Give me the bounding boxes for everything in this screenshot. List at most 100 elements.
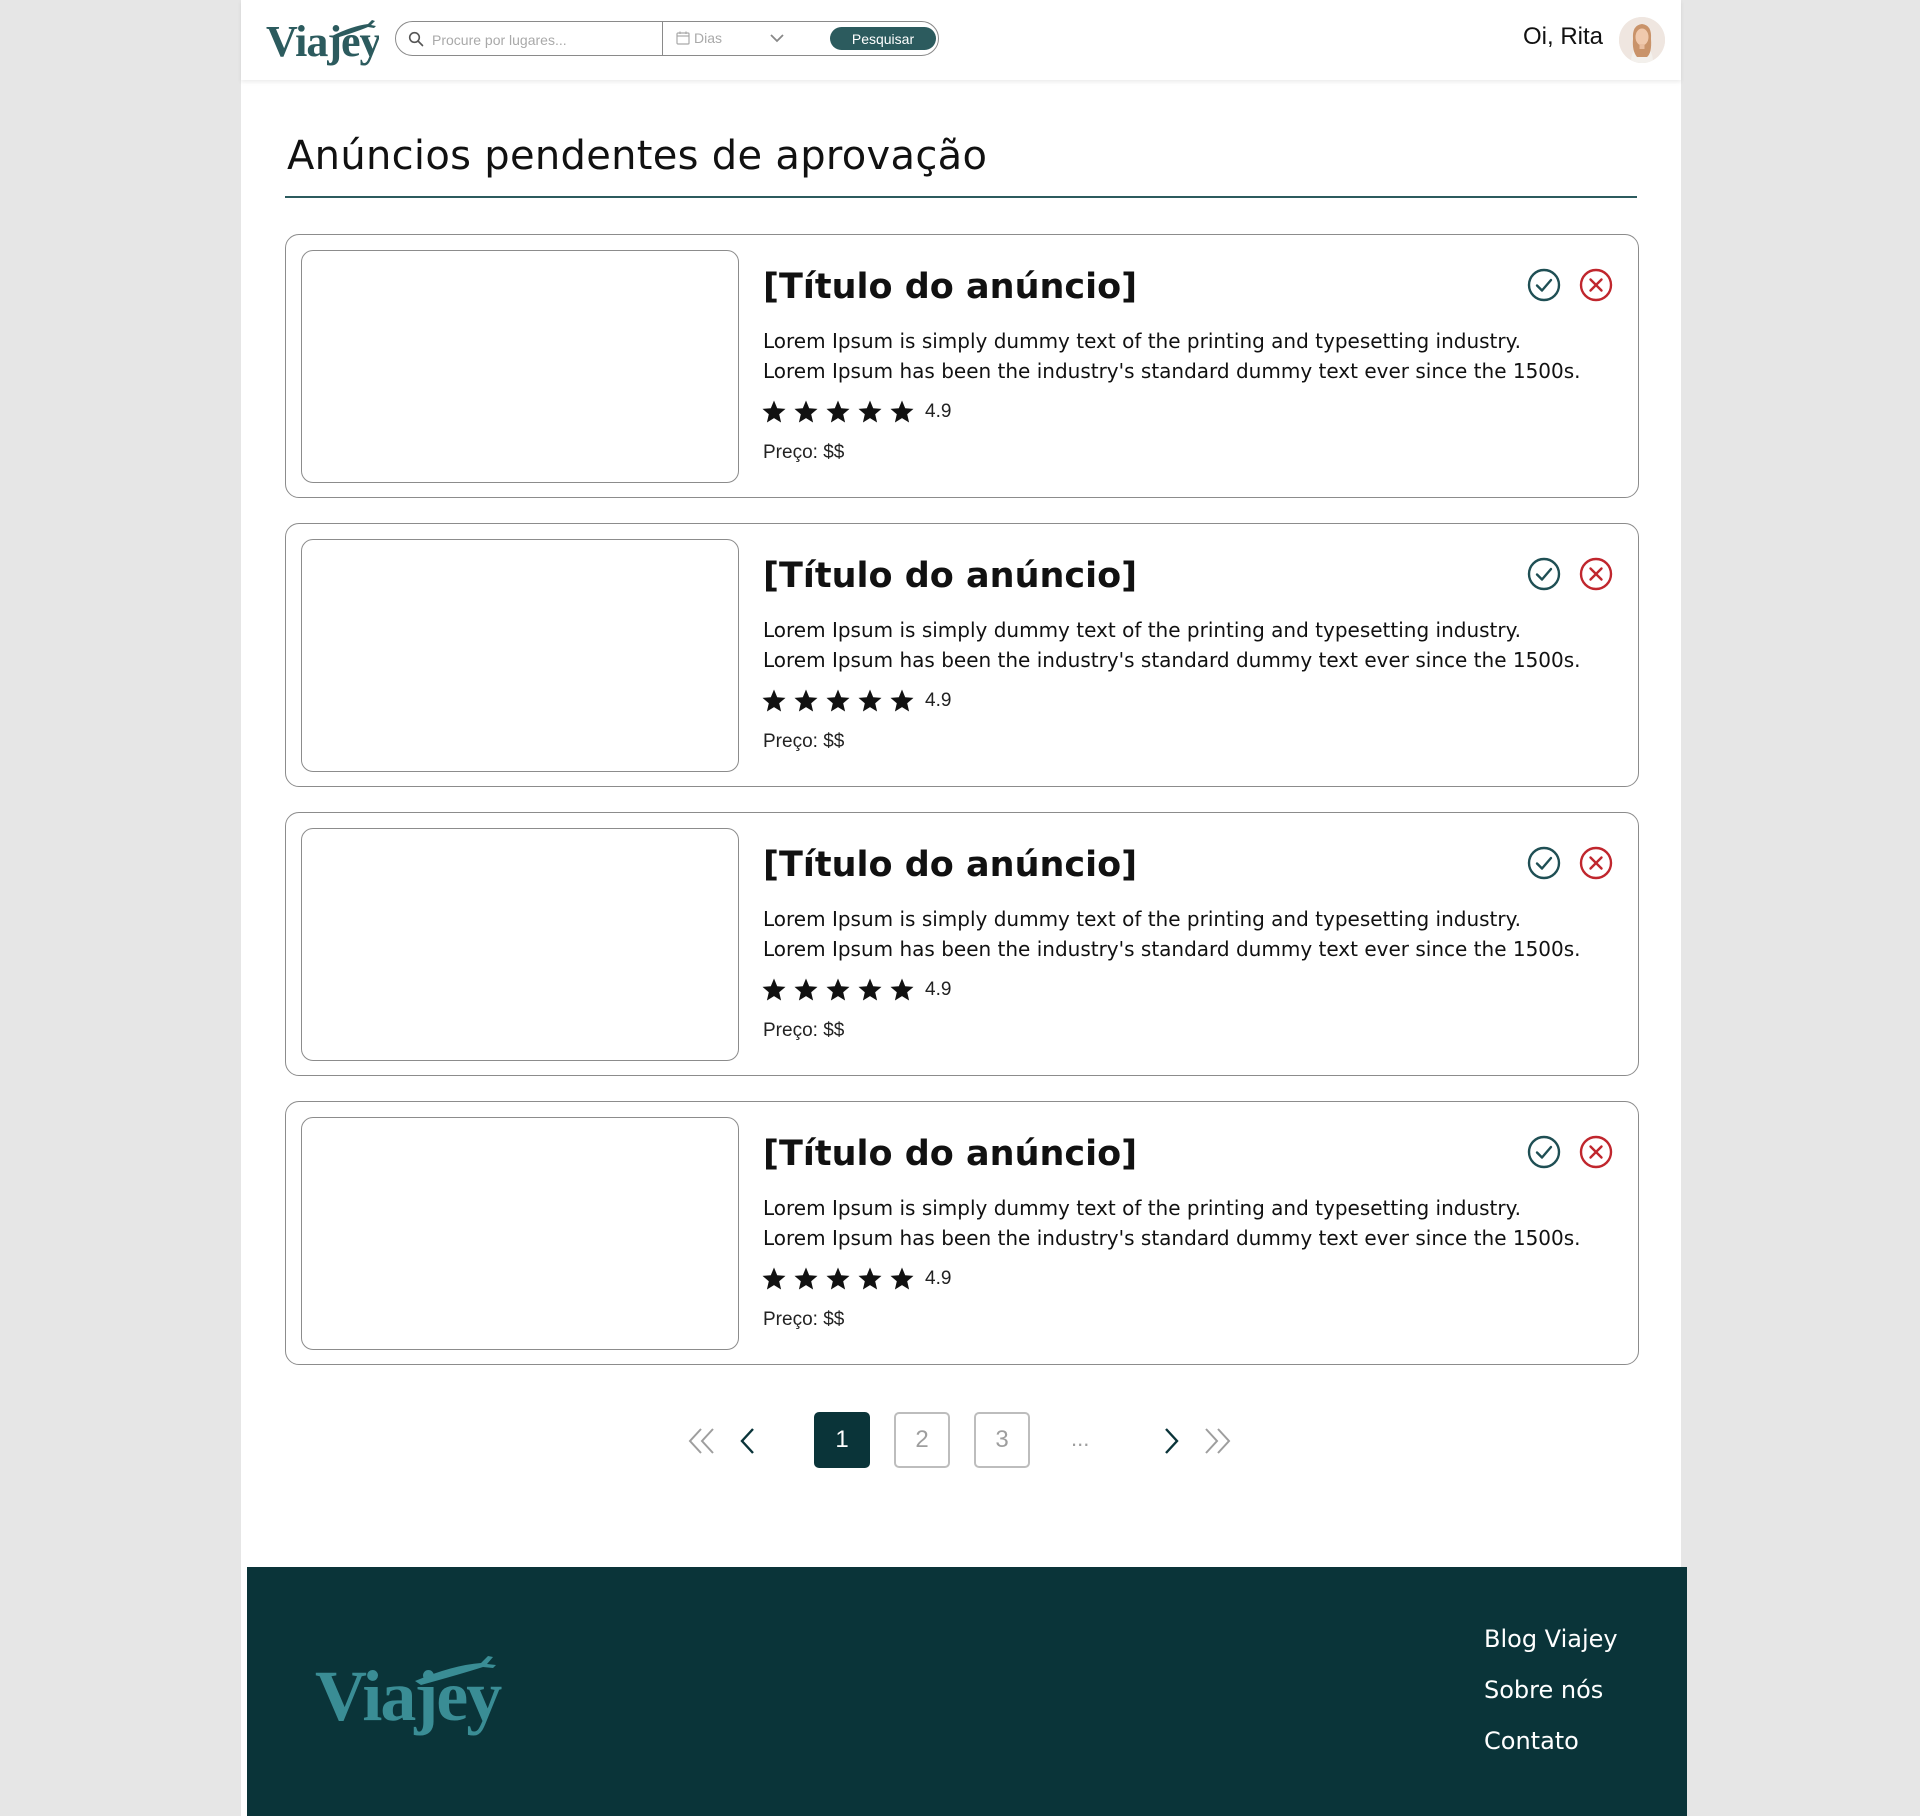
star-icon [794, 978, 818, 1001]
listing-description-line: Lorem Ipsum is simply dummy text of the … [763, 329, 1521, 353]
days-select-value[interactable]: Dias [694, 30, 722, 46]
listing-card: [Título do anúncio] Lorem Ipsum is simply… [285, 234, 1639, 498]
reject-button[interactable] [1578, 267, 1614, 303]
page-2-button[interactable]: 2 [894, 1412, 950, 1468]
listing-image-placeholder[interactable] [301, 539, 739, 772]
listing-description-line: Lorem Ipsum has been the industry's stan… [763, 648, 1581, 672]
listing-card: [Título do anúncio] Lorem Ipsum is simply… [285, 1101, 1639, 1365]
listing-card: [Título do anúncio] Lorem Ipsum is simply… [285, 812, 1639, 1076]
listing-description-line: Lorem Ipsum is simply dummy text of the … [763, 907, 1521, 931]
x-circle-icon [1579, 846, 1613, 880]
listing-description-line: Lorem Ipsum has been the industry's stan… [763, 937, 1581, 961]
page: Viajey Dias Pesquisar Oi, Rita [241, 0, 1681, 1816]
pagination-ellipsis: ... [1071, 1426, 1090, 1451]
star-icon [826, 400, 850, 423]
brand-logo-text: Viajey [266, 17, 379, 66]
chevron-right-icon [1165, 1428, 1179, 1454]
double-chevron-right-icon [1205, 1428, 1231, 1454]
listing-rating: 4.9 [761, 976, 951, 1004]
avatar[interactable] [1619, 17, 1665, 63]
listing-rating: 4.9 [761, 1265, 951, 1293]
avatar-image [1619, 17, 1665, 63]
star-icon [762, 689, 786, 712]
header: Viajey Dias Pesquisar Oi, Rita [241, 0, 1681, 80]
listing-rating: 4.9 [761, 687, 951, 715]
listing-description-line: Lorem Ipsum has been the industry's stan… [763, 1226, 1581, 1250]
search-bar: Dias Pesquisar [395, 21, 939, 56]
star-icon [794, 689, 818, 712]
first-page-button[interactable] [686, 1426, 718, 1456]
listing-title: [Título do anúncio] [763, 556, 1138, 596]
reject-button[interactable] [1578, 556, 1614, 592]
brand-logo[interactable]: Viajey [264, 12, 379, 68]
last-page-button[interactable] [1201, 1426, 1233, 1456]
listing-image-placeholder[interactable] [301, 250, 739, 483]
star-icon [890, 978, 914, 1001]
star-icon [826, 689, 850, 712]
next-page-button[interactable] [1155, 1426, 1187, 1456]
footer-link-contact[interactable]: Contato [1484, 1726, 1618, 1777]
listing-rating: 4.9 [761, 398, 951, 426]
listing-title: [Título do anúncio] [763, 845, 1138, 885]
search-icon [408, 31, 424, 47]
footer-link-blog[interactable]: Blog Viajey [1484, 1624, 1618, 1675]
star-icon [794, 1267, 818, 1290]
check-circle-icon [1527, 1135, 1561, 1169]
user-greeting: Oi, Rita [1523, 23, 1604, 50]
approve-button[interactable] [1526, 1134, 1562, 1170]
approve-button[interactable] [1526, 556, 1562, 592]
listing-price: Preço: $$ [763, 1020, 845, 1041]
listing-price: Preço: $$ [763, 1309, 845, 1330]
listing-image-placeholder[interactable] [301, 1117, 739, 1350]
page-3-button[interactable]: 3 [974, 1412, 1030, 1468]
chevron-left-icon [740, 1428, 754, 1454]
star-icon [858, 1267, 882, 1290]
listing-description-line: Lorem Ipsum is simply dummy text of the … [763, 618, 1521, 642]
approve-button[interactable] [1526, 845, 1562, 881]
star-icon [890, 689, 914, 712]
listing-description: Lorem Ipsum is simply dummy text of the … [763, 904, 1583, 964]
listing-description: Lorem Ipsum is simply dummy text of the … [763, 615, 1583, 675]
star-icon [858, 689, 882, 712]
search-button[interactable]: Pesquisar [830, 27, 936, 50]
listing-description: Lorem Ipsum is simply dummy text of the … [763, 1193, 1583, 1253]
reject-button[interactable] [1578, 1134, 1614, 1170]
star-icon [890, 1267, 914, 1290]
check-circle-icon [1527, 846, 1561, 880]
x-circle-icon [1579, 268, 1613, 302]
x-circle-icon [1579, 557, 1613, 591]
x-circle-icon [1579, 1135, 1613, 1169]
listing-description-line: Lorem Ipsum is simply dummy text of the … [763, 1196, 1521, 1220]
listing-price: Preço: $$ [763, 442, 845, 463]
previous-page-button[interactable] [733, 1426, 765, 1456]
page-title: Anúncios pendentes de aprovação [287, 133, 988, 179]
star-icon [762, 1267, 786, 1290]
rating-value: 4.9 [925, 1268, 952, 1289]
footer-links: Blog Viajey Sobre nós Contato [1484, 1624, 1618, 1777]
listing-title: [Título do anúncio] [763, 1134, 1138, 1174]
listing-description-line: Lorem Ipsum has been the industry's stan… [763, 359, 1581, 383]
listing-description: Lorem Ipsum is simply dummy text of the … [763, 326, 1583, 386]
page-1-button[interactable]: 1 [814, 1412, 870, 1468]
search-input[interactable] [430, 28, 654, 52]
listing-card: [Título do anúncio] Lorem Ipsum is simply… [285, 523, 1639, 787]
rating-value: 4.9 [925, 690, 952, 711]
listing-price: Preço: $$ [763, 731, 845, 752]
star-icon [762, 400, 786, 423]
rating-value: 4.9 [925, 979, 952, 1000]
approve-button[interactable] [1526, 267, 1562, 303]
star-icon [890, 400, 914, 423]
star-icon [826, 1267, 850, 1290]
title-divider [285, 196, 1637, 198]
check-circle-icon [1527, 557, 1561, 591]
star-icon [858, 978, 882, 1001]
pagination: 1 2 3 ... [241, 1412, 1681, 1470]
footer-brand-logo[interactable]: Viajey [315, 1647, 515, 1742]
star-icon [826, 978, 850, 1001]
double-chevron-left-icon [688, 1428, 714, 1454]
chevron-down-icon[interactable] [768, 31, 786, 45]
footer: Viajey Blog Viajey Sobre nós Contato [247, 1567, 1687, 1816]
listing-image-placeholder[interactable] [301, 828, 739, 1061]
reject-button[interactable] [1578, 845, 1614, 881]
footer-link-about[interactable]: Sobre nós [1484, 1675, 1618, 1726]
